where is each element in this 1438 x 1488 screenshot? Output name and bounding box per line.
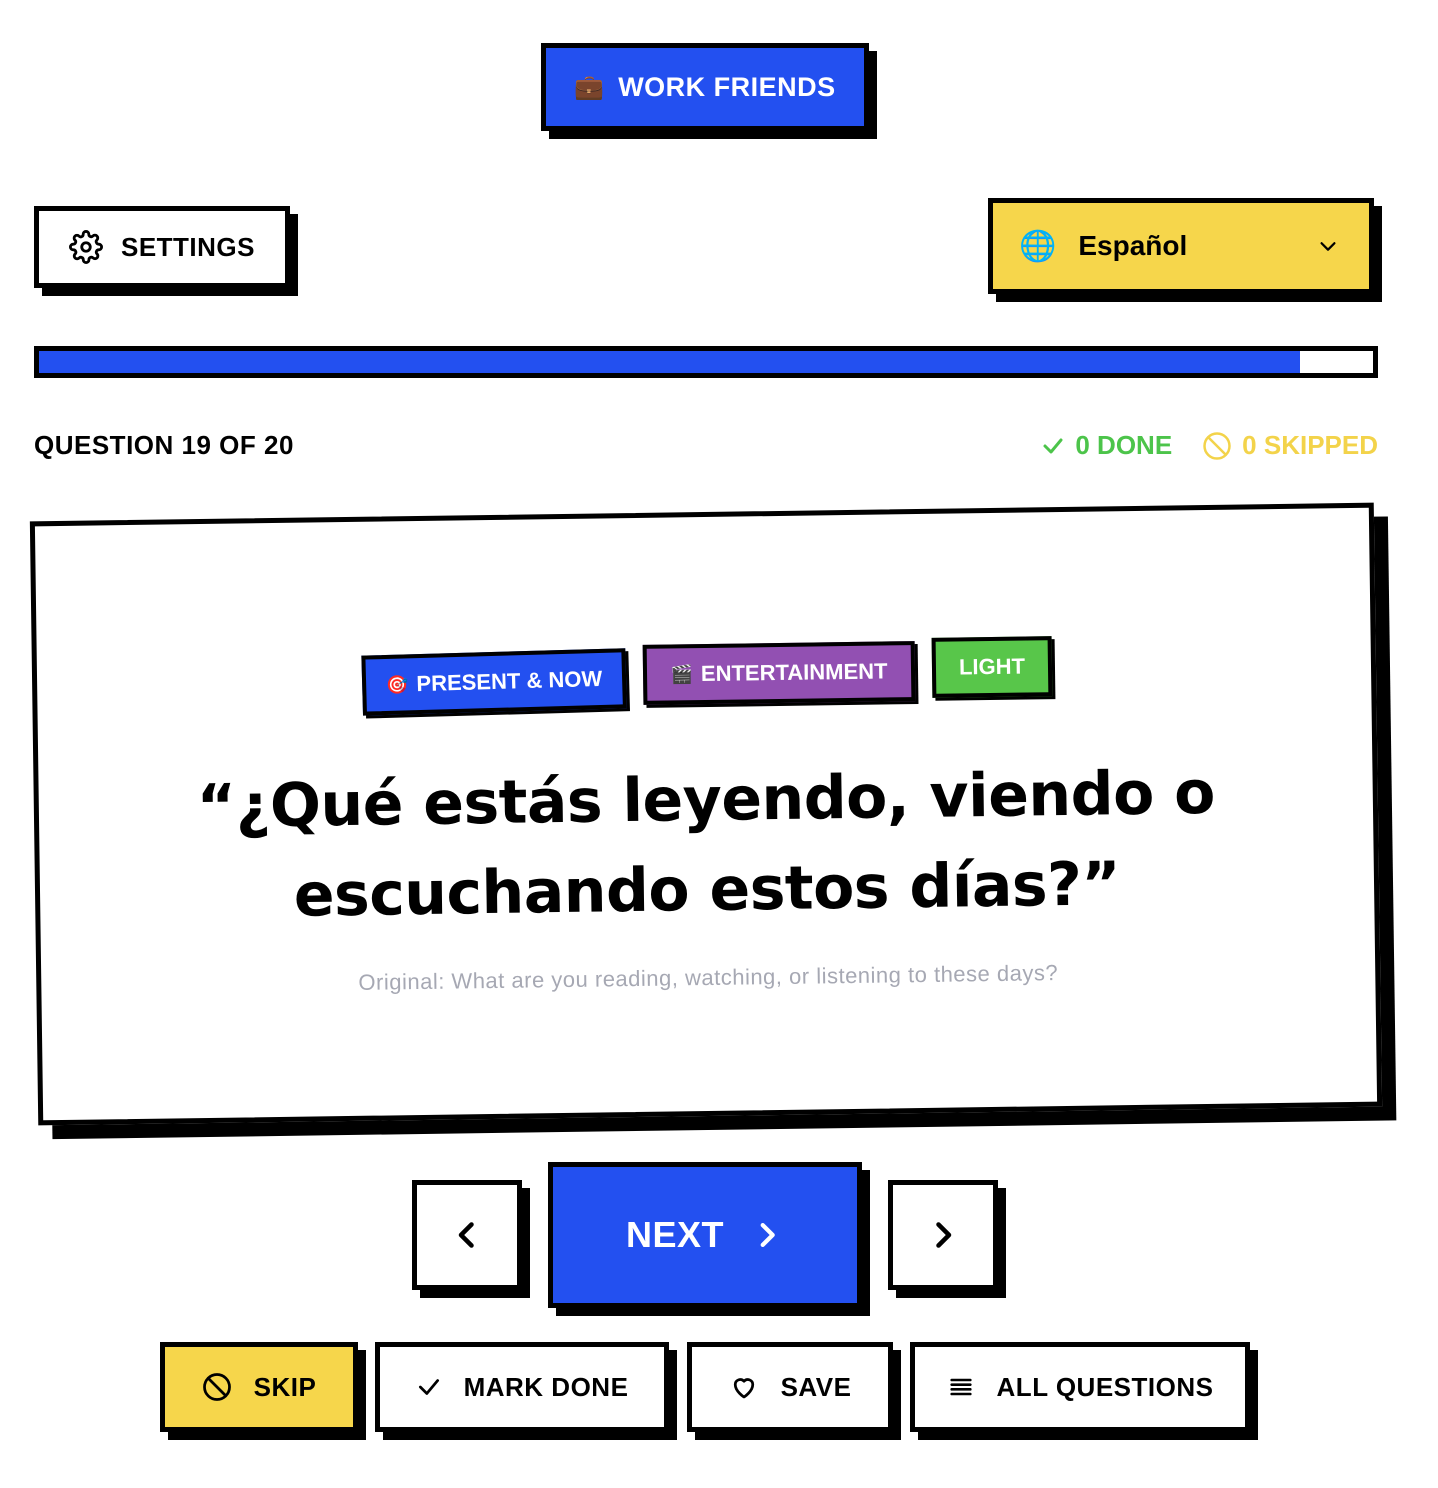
language-select[interactable]: 🌐 Español bbox=[988, 198, 1374, 294]
tag-light: LIGHT bbox=[931, 636, 1053, 698]
mark-done-button[interactable]: MARK DONE bbox=[375, 1342, 669, 1432]
skip-label: SKIP bbox=[253, 1371, 317, 1402]
heart-icon bbox=[729, 1372, 759, 1402]
progress-fill bbox=[39, 351, 1300, 373]
tag-label: PRESENT & NOW bbox=[416, 665, 603, 697]
language-value: Español bbox=[1078, 230, 1188, 261]
clapperboard-icon: 🎬 bbox=[670, 663, 694, 684]
skipped-count: 0 SKIPPED bbox=[1242, 430, 1378, 460]
done-count: 0 DONE bbox=[1075, 430, 1173, 460]
chevron-right-icon bbox=[750, 1218, 784, 1252]
check-icon bbox=[1041, 434, 1065, 458]
all-questions-label: ALL QUESTIONS bbox=[996, 1371, 1214, 1402]
next-label: NEXT bbox=[625, 1214, 724, 1255]
question-text: “¿Qué estás leyendo, viendo o escuchando… bbox=[196, 757, 1216, 931]
globe-icon: 🌐 bbox=[1019, 229, 1057, 263]
list-icon bbox=[947, 1373, 975, 1401]
stats: 0 DONE 0 SKIPPED bbox=[1041, 430, 1378, 461]
gear-icon bbox=[69, 230, 103, 264]
settings-button[interactable]: SETTINGS bbox=[34, 206, 290, 288]
question-counter: QUESTION 19 OF 20 bbox=[34, 430, 294, 460]
tag-entertainment: 🎬 ENTERTAINMENT bbox=[642, 641, 916, 705]
skip-button[interactable]: SKIP bbox=[160, 1342, 358, 1432]
previous-button[interactable] bbox=[412, 1180, 522, 1290]
save-button[interactable]: SAVE bbox=[687, 1342, 893, 1432]
tag-label: LIGHT bbox=[958, 653, 1026, 680]
check-icon bbox=[416, 1374, 442, 1400]
deck-badge: 💼 WORK FRIENDS bbox=[541, 43, 869, 131]
ban-icon bbox=[202, 1372, 232, 1402]
progress-bar bbox=[34, 346, 1378, 378]
target-icon: 🎯 bbox=[385, 673, 409, 695]
tag-label: ENTERTAINMENT bbox=[700, 658, 888, 687]
all-questions-button[interactable]: ALL QUESTIONS bbox=[910, 1342, 1250, 1432]
deck-label: WORK FRIENDS bbox=[618, 71, 836, 102]
chevron-right-icon bbox=[925, 1217, 961, 1253]
ban-icon bbox=[1202, 431, 1232, 461]
mark-done-label: MARK DONE bbox=[463, 1371, 629, 1402]
briefcase-icon: 💼 bbox=[574, 73, 605, 101]
tag-present-now: 🎯 PRESENT & NOW bbox=[361, 648, 627, 716]
settings-label: SETTINGS bbox=[120, 231, 255, 262]
question-card: 🎯 PRESENT & NOW 🎬 ENTERTAINMENT LIGHT “¿… bbox=[29, 502, 1383, 1126]
skipped-stat: 0 SKIPPED bbox=[1202, 430, 1378, 461]
next-button[interactable]: NEXT bbox=[548, 1162, 862, 1308]
original-text: Original: What are you reading, watching… bbox=[358, 960, 1059, 995]
done-stat: 0 DONE bbox=[1041, 430, 1172, 461]
forward-button[interactable] bbox=[888, 1180, 998, 1290]
save-label: SAVE bbox=[780, 1371, 852, 1402]
chevron-down-icon bbox=[1317, 235, 1339, 257]
chevron-left-icon bbox=[449, 1217, 485, 1253]
